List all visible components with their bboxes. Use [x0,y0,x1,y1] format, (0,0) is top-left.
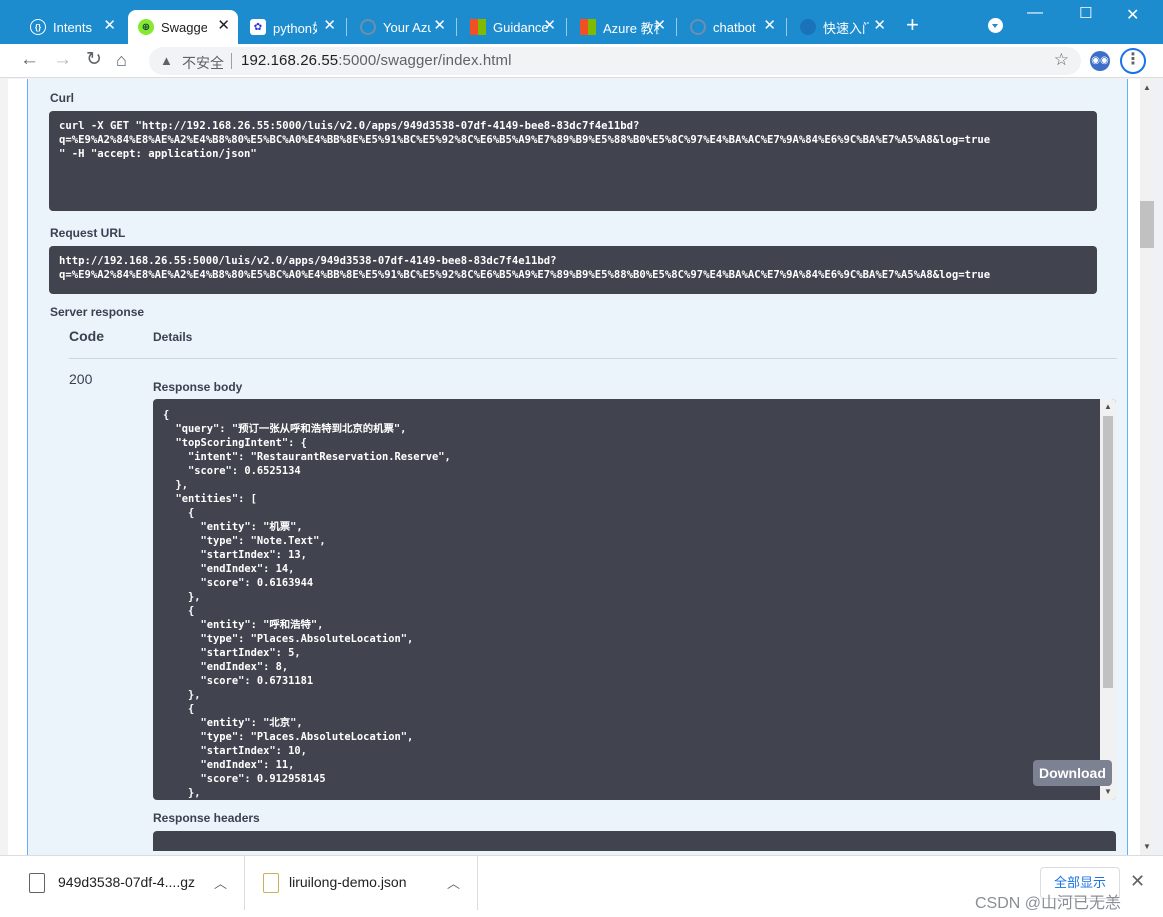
scroll-up-icon[interactable]: ▲ [1104,402,1112,411]
close-icon[interactable]: ✕ [1130,871,1145,892]
server-response-label: Server response [50,305,145,319]
browser-toolbar: ← → ↻ ⌂ ▲ 不安全 192.168.26.55:5000/swagger… [0,44,1163,78]
microsoft-icon [470,19,486,35]
chevron-up-icon[interactable]: ︿ [447,873,460,892]
tab-python[interactable]: ✿ python如何 ✕ [240,10,344,44]
code-column-header: Code [69,328,104,344]
close-icon[interactable]: ✕ [653,18,666,33]
tab-guidance[interactable]: Guidance ✕ [460,10,564,44]
scroll-up-icon[interactable]: ▲ [1143,83,1151,92]
tab-azure-tutorial[interactable]: Azure 教程 ✕ [570,10,674,44]
close-icon[interactable]: ✕ [103,18,116,33]
home-icon[interactable]: ⌂ [116,50,127,70]
curl-label: Curl [50,91,74,105]
address-separator [231,53,232,69]
maximize-button[interactable]: ☐ [1079,4,1092,22]
warning-icon: ▲ [160,53,173,68]
not-secure-label[interactable]: 不安全 [182,53,224,73]
tab-your-azure[interactable]: Your Azure ✕ [350,10,454,44]
close-icon[interactable]: ✕ [873,18,886,33]
close-icon[interactable]: ✕ [323,18,336,33]
globe-icon [690,19,706,35]
response-headers-label: Response headers [153,811,260,825]
browser-titlebar: {} Intents ✕ ⊕ Swagger UI ✕ ✿ python如何 ✕… [0,0,1163,44]
code-braces-icon: {} [30,19,46,35]
tab-separator [786,18,787,36]
new-tab-button[interactable]: + [906,13,919,37]
forward-arrow-icon[interactable]: → [53,50,72,70]
microsoft-icon [580,19,596,35]
tab-separator [566,18,567,36]
response-scrollbar[interactable]: ▲ ▼ [1100,399,1116,800]
watermark: CSDN @山河已无恙 [975,895,1122,912]
request-url-label: Request URL [50,226,126,240]
window-close-button[interactable]: ✕ [1126,5,1139,25]
back-arrow-icon[interactable]: ← [20,50,39,70]
tab-quickstart[interactable]: 快速入门 ✕ [790,10,894,44]
json-file-icon [263,873,279,893]
request-url[interactable]: http://192.168.26.55:5000/luis/v2.0/apps… [49,246,1097,294]
swagger-icon: ⊕ [138,19,154,35]
tab-separator [676,18,677,36]
close-icon[interactable]: ✕ [217,18,230,33]
chevron-up-icon[interactable]: ︿ [214,873,227,892]
response-body[interactable]: { "query": "预订一张从呼和浩特到北京的机票", "topScorin… [153,399,1116,800]
close-icon[interactable]: ✕ [763,18,776,33]
scroll-down-icon[interactable]: ▼ [1143,842,1151,851]
page-scroll-thumb[interactable] [1140,201,1154,248]
menu-dots-icon[interactable]: ⋮ [1120,48,1146,74]
table-divider [69,358,1117,359]
scroll-down-icon[interactable]: ▼ [1104,787,1112,796]
page-viewport: Curl curl -X GET "http://192.168.26.55:5… [8,79,1140,855]
download-item[interactable]: liruilong-demo.json ︿ [245,856,478,910]
response-json[interactable]: { "query": "预订一张从呼和浩特到北京的机票", "topScorin… [163,408,451,800]
details-column-header: Details [153,330,193,344]
tab-separator [456,18,457,36]
response-headers-box [153,831,1116,851]
baidu-paw-icon: ✿ [250,19,266,35]
minimize-button[interactable]: — [1027,4,1043,22]
download-item[interactable]: 949d3538-07df-4....gz ︿ [0,856,245,910]
page-left-strip [8,79,16,855]
status-code: 200 [69,371,93,387]
curl-command[interactable]: curl -X GET "http://192.168.26.55:5000/l… [49,111,1097,211]
tab-chatbot[interactable]: chatbot ✕ [680,10,784,44]
tab-search-icon[interactable] [988,18,1003,33]
response-body-label: Response body [153,380,243,394]
tab-separator [346,18,347,36]
close-icon[interactable]: ✕ [433,18,446,33]
tab-swagger[interactable]: ⊕ Swagger UI ✕ [128,10,238,44]
profile-avatar-icon[interactable]: ◉◉ [1090,51,1110,71]
swagger-operation-block: Curl curl -X GET "http://192.168.26.55:5… [27,79,1128,855]
globe-icon [360,19,376,35]
archive-file-icon [29,873,45,893]
tab-intents[interactable]: {} Intents ✕ [20,10,124,44]
url-text[interactable]: 192.168.26.55:5000/swagger/index.html [241,52,512,69]
close-icon[interactable]: ✕ [543,18,556,33]
background-window-strip [1154,79,1163,855]
scroll-thumb[interactable] [1103,416,1113,688]
reload-icon[interactable]: ↻ [86,50,102,70]
page-scrollbar[interactable]: ▲ ▼ [1140,79,1154,855]
bookmark-star-icon[interactable]: ☆ [1054,50,1069,70]
cloud-icon [800,19,816,35]
download-button[interactable]: Download [1033,760,1112,786]
address-bar[interactable]: ▲ 不安全 192.168.26.55:5000/swagger/index.h… [149,47,1081,75]
